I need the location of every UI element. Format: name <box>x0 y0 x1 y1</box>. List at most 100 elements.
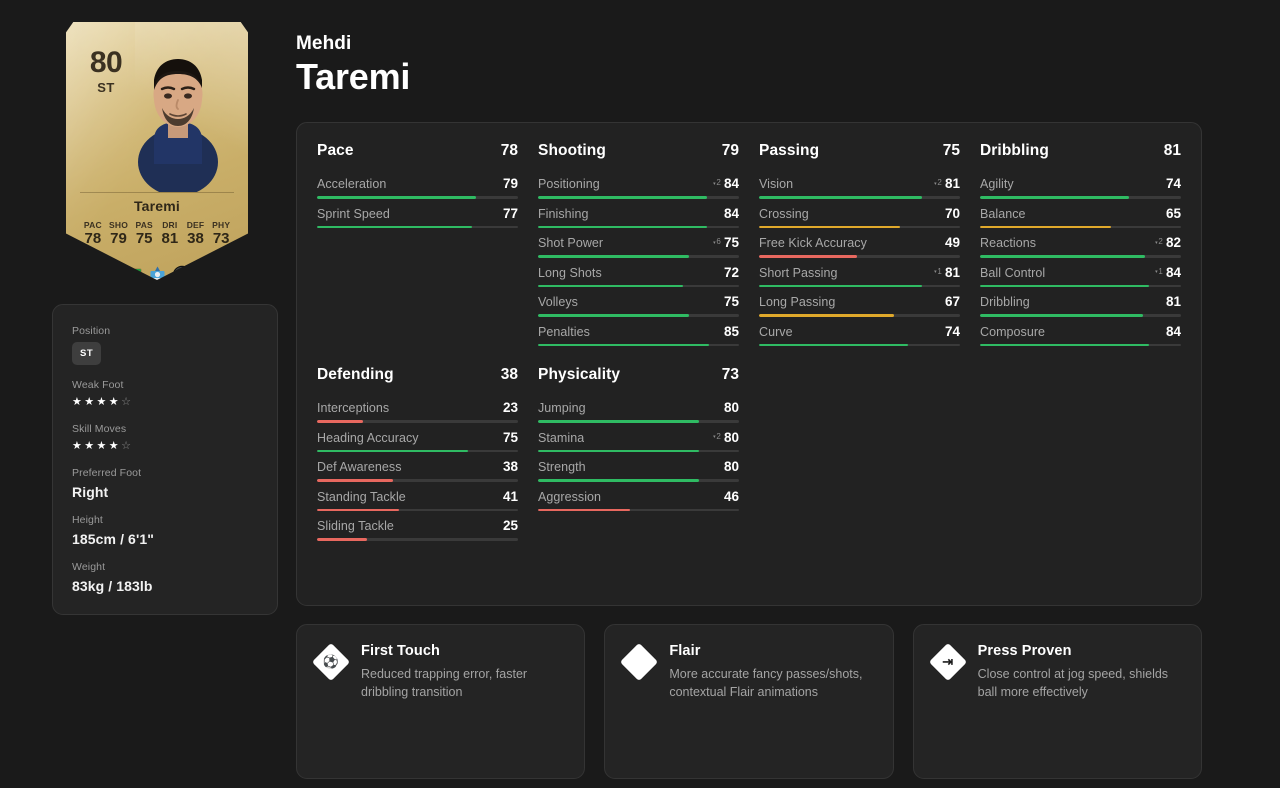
attribute-bar-track <box>317 450 518 453</box>
star-filled-icon: ★ <box>97 396 109 408</box>
attribute-name: Def Awareness <box>317 460 402 474</box>
player-info-panel: Position ST Weak Foot ★★★★☆ Skill Moves … <box>52 304 278 615</box>
attribute-value: 70 <box>945 206 960 221</box>
attribute-row-top: Jumping80 <box>538 400 739 420</box>
attribute-value-group: 84 <box>1160 324 1181 339</box>
card-face-stat: PAS 75 <box>131 220 157 247</box>
playstyle-card[interactable]: ⇥ Press Proven Close control at jog speed,… <box>913 624 1202 779</box>
attribute-bar-track <box>759 196 960 199</box>
attribute-group-pace: Pace78Acceleration79Sprint Speed77 <box>317 142 518 346</box>
attribute-value-group: 181 <box>928 265 960 280</box>
attribute-value-group: 23 <box>497 400 518 415</box>
info-row-height: Height 185cm / 6'1" <box>72 514 258 547</box>
attribute-row: Balance65 <box>980 199 1181 229</box>
club-crest-icon <box>150 266 165 283</box>
attribute-row-top: Free Kick Accuracy49 <box>759 235 960 255</box>
info-label-weak-foot: Weak Foot <box>72 379 258 391</box>
preferred-foot-value: Right <box>72 484 258 500</box>
playstyle-title: First Touch <box>361 643 567 659</box>
attribute-value-group: 41 <box>497 489 518 504</box>
attribute-row-top: Long Passing 67 <box>759 294 960 314</box>
playstyle-glyph-icon: ⇥ <box>929 643 967 681</box>
attribute-name: Heading Accuracy <box>317 431 419 445</box>
attribute-row-top: Sprint Speed77 <box>317 206 518 226</box>
attribute-bar-track <box>538 344 739 347</box>
info-label-weight: Weight <box>72 561 258 573</box>
playstyles-row: ⚽First TouchReduced trapping error, fast… <box>296 624 1202 779</box>
attribute-bar-track <box>538 226 739 229</box>
attribute-bar-fill <box>538 420 699 423</box>
attribute-value-group: 65 <box>1160 206 1181 221</box>
info-row-weight: Weight 83kg / 183lb <box>72 561 258 594</box>
attribute-group-spacer <box>980 366 1181 541</box>
attribute-row-top: Standing Tackle41 <box>317 489 518 509</box>
card-face-stat: PHY 73 <box>208 220 234 247</box>
card-face-stat-label: DRI <box>157 220 183 230</box>
playstyle-title: Press Proven <box>978 643 1184 659</box>
attribute-group-value: 79 <box>722 142 739 160</box>
star-empty-icon: ☆ <box>121 440 133 452</box>
attribute-bar-fill <box>759 255 857 258</box>
attribute-delta-badge: 2 <box>713 432 721 441</box>
attribute-group-name: Physicality <box>538 366 620 384</box>
attribute-name: Long Shots <box>538 266 602 280</box>
playstyle-card[interactable]: ⚽First TouchReduced trapping error, fast… <box>296 624 585 779</box>
attribute-row: Crossing70 <box>759 199 960 229</box>
attribute-row: Def Awareness 38 <box>317 452 518 482</box>
playstyle-text: FlairMore accurate fancy passes/shots, c… <box>669 642 875 701</box>
playstyle-description: More accurate fancy passes/shots, contex… <box>669 665 875 701</box>
info-row-weak-foot: Weak Foot ★★★★☆ <box>72 379 258 409</box>
position-chip: ST <box>72 342 101 365</box>
attribute-value: 81 <box>1166 294 1181 309</box>
attribute-row: Shot Power675 <box>538 228 739 258</box>
attribute-row-top: Ball Control184 <box>980 265 1181 285</box>
attribute-bar-track <box>538 450 739 453</box>
attribute-row-top: Short Passing181 <box>759 265 960 285</box>
attribute-group-spacer <box>759 366 960 541</box>
attribute-value: 38 <box>503 459 518 474</box>
attribute-row: Reactions282 <box>980 228 1181 258</box>
attribute-value: 72 <box>724 265 739 280</box>
attribute-row: Vision281 <box>759 169 960 199</box>
attribute-bar-track <box>759 344 960 347</box>
attribute-bar-fill <box>759 314 894 317</box>
attribute-bar-track <box>317 538 518 541</box>
attribute-value-group: 70 <box>939 206 960 221</box>
attribute-value: 23 <box>503 400 518 415</box>
attribute-row-top: Long Shots 72 <box>538 265 739 285</box>
player-portrait <box>118 44 238 192</box>
attribute-group-value: 78 <box>501 142 518 160</box>
card-divider <box>80 192 234 193</box>
attribute-bar-fill <box>538 255 689 258</box>
player-card[interactable]: 80 ST <box>66 22 248 280</box>
attribute-bar-track <box>759 314 960 317</box>
attribute-bar-track <box>538 196 739 199</box>
attribute-value: 80 <box>724 459 739 474</box>
attribute-row: Sprint Speed77 <box>317 199 518 229</box>
attribute-row-top: Curve74 <box>759 324 960 344</box>
attribute-bar-fill <box>538 509 630 512</box>
attribute-row: Composure84 <box>980 317 1181 347</box>
attribute-name: Long Passing <box>759 295 835 309</box>
attribute-value-group: 75 <box>497 430 518 445</box>
attribute-value-group: 675 <box>707 235 739 250</box>
attribute-delta-badge: 2 <box>713 178 721 187</box>
playstyle-description: Close control at jog speed, shields ball… <box>978 665 1184 701</box>
card-face-stat-label: PHY <box>208 220 234 230</box>
attribute-name: Positioning <box>538 177 600 191</box>
weight-value: 83kg / 183lb <box>72 578 258 594</box>
attribute-value: 75 <box>503 430 518 445</box>
attribute-value: 84 <box>724 206 739 221</box>
attribute-value: 67 <box>945 294 960 309</box>
attribute-row: Agility74 <box>980 169 1181 199</box>
player-profile-page: 80 ST <box>0 0 1280 788</box>
attribute-bar-fill <box>317 479 393 482</box>
attribute-row-top: Balance65 <box>980 206 1181 226</box>
attribute-row: Finishing84 <box>538 199 739 229</box>
attribute-row: Stamina280 <box>538 423 739 453</box>
playstyle-card[interactable]: FlairMore accurate fancy passes/shots, c… <box>604 624 893 779</box>
attribute-value-group: 67 <box>939 294 960 309</box>
attribute-bar-fill <box>759 344 908 347</box>
attribute-value: 82 <box>1166 235 1181 250</box>
card-face-stat: DEF 38 <box>183 220 209 247</box>
